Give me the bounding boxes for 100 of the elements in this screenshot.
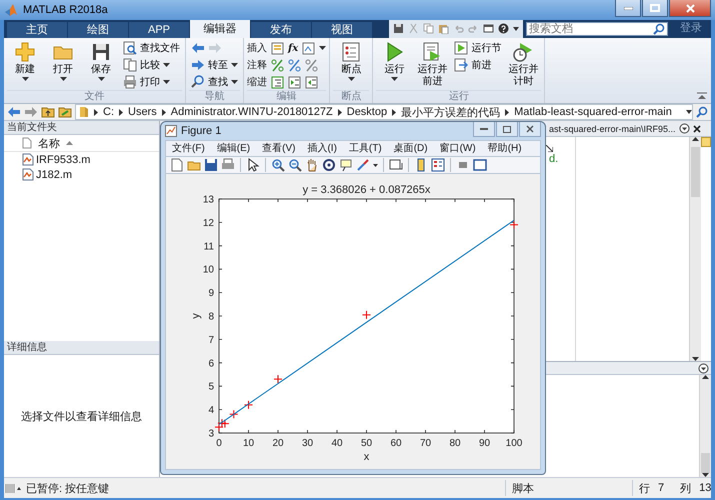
column-header[interactable]: 名称 bbox=[38, 136, 60, 151]
ribbon-button[interactable]: 打开 bbox=[45, 40, 81, 82]
ribbon-button[interactable]: 转至 bbox=[189, 58, 240, 73]
ribbon-tab[interactable]: 绘图 bbox=[68, 22, 128, 38]
caret-icon[interactable] bbox=[231, 80, 238, 84]
insert-section-icon[interactable] bbox=[271, 42, 284, 55]
path-segment[interactable]: C: bbox=[103, 106, 114, 118]
browse-folder-icon[interactable] bbox=[58, 106, 72, 118]
function-symbol[interactable]: fx bbox=[288, 42, 298, 54]
ribbon-tab[interactable]: 发布 bbox=[251, 22, 311, 38]
ribbon-button[interactable]: 运行并计时 bbox=[505, 40, 542, 89]
grip-icon[interactable] bbox=[4, 482, 22, 494]
caret-icon[interactable] bbox=[60, 76, 66, 81]
scrollbar[interactable] bbox=[699, 375, 711, 478]
caret-icon[interactable] bbox=[686, 110, 692, 114]
menu-item[interactable]: 窗口(W) bbox=[440, 141, 476, 156]
close-button[interactable] bbox=[669, 0, 711, 17]
maximize-button[interactable] bbox=[496, 122, 518, 138]
path-segment[interactable]: Matlab-least-squared-error-main bbox=[514, 106, 672, 118]
menu-item[interactable]: 编辑(E) bbox=[216, 141, 250, 156]
rotate-icon[interactable] bbox=[322, 158, 336, 172]
caret-icon[interactable] bbox=[319, 46, 326, 50]
decrease-indent-icon[interactable] bbox=[305, 76, 318, 89]
help-icon[interactable] bbox=[498, 23, 509, 34]
brush-icon[interactable] bbox=[356, 158, 370, 172]
path-segment[interactable]: Administrator.WIN7U-20180127Z bbox=[170, 106, 333, 118]
uncomment-icon[interactable] bbox=[288, 58, 301, 72]
caret-icon[interactable] bbox=[348, 76, 355, 81]
maximize-button[interactable] bbox=[642, 0, 668, 17]
close-button[interactable] bbox=[519, 122, 541, 138]
ribbon-button[interactable]: 运行 bbox=[376, 40, 412, 82]
ribbon-button[interactable]: 前进 bbox=[452, 58, 504, 73]
search-icon[interactable] bbox=[696, 106, 708, 118]
ribbon-tab[interactable]: 视图 bbox=[312, 22, 372, 38]
pointer-icon[interactable] bbox=[246, 158, 260, 172]
scrollbar-thumb[interactable] bbox=[691, 147, 700, 198]
minimize-button[interactable] bbox=[615, 0, 641, 17]
save-icon[interactable] bbox=[393, 23, 404, 34]
dropdown-circle-icon[interactable] bbox=[678, 123, 690, 134]
path-segment[interactable]: Users bbox=[128, 106, 157, 118]
zoom-in-icon[interactable] bbox=[271, 158, 285, 172]
ribbon-button[interactable]: 运行节 bbox=[452, 40, 504, 56]
caret-icon[interactable] bbox=[231, 63, 238, 68]
link-plot-icon[interactable] bbox=[389, 158, 403, 172]
clipboard-icon[interactable] bbox=[438, 23, 449, 34]
back-arrow-icon[interactable] bbox=[7, 106, 21, 118]
menu-item[interactable]: 帮助(H) bbox=[488, 141, 522, 156]
ribbon-button[interactable]: 打印 bbox=[121, 74, 182, 90]
ribbon-button[interactable]: 查找 bbox=[189, 74, 240, 90]
editor-tab-title[interactable]: ast-squared-error-main\IRF95... bbox=[549, 124, 676, 134]
scrollbar-thumb[interactable] bbox=[701, 453, 710, 474]
ribbon-button[interactable]: 保存 bbox=[83, 40, 119, 82]
zoom-out-icon[interactable] bbox=[288, 158, 302, 172]
caret-icon[interactable] bbox=[163, 63, 170, 68]
menu-item[interactable]: 文件(F) bbox=[172, 141, 205, 156]
folder-up-icon[interactable] bbox=[41, 106, 55, 118]
increase-indent-icon[interactable] bbox=[288, 76, 301, 89]
caret-icon[interactable] bbox=[390, 76, 398, 81]
save-icon[interactable] bbox=[204, 158, 218, 172]
dock-arrow-icon[interactable] bbox=[546, 144, 553, 152]
ribbon-label[interactable]: 插入 bbox=[247, 41, 267, 56]
ribbon-button[interactable]: 比较 bbox=[121, 58, 182, 73]
comment-icon[interactable] bbox=[271, 58, 284, 72]
dropdown-circle-icon[interactable] bbox=[698, 362, 709, 374]
ribbon-button[interactable]: 新建 bbox=[7, 40, 43, 82]
back-arrow-icon[interactable] bbox=[191, 42, 205, 54]
close-icon[interactable] bbox=[692, 124, 701, 133]
menu-item[interactable]: 工具(T) bbox=[348, 141, 382, 156]
data-cursor-icon[interactable] bbox=[339, 158, 353, 172]
login-link[interactable]: 登录 bbox=[680, 20, 702, 36]
ribbon-tab[interactable]: 主页 bbox=[7, 22, 67, 38]
smart-indent-icon[interactable] bbox=[271, 76, 284, 89]
menu-item[interactable]: 桌面(D) bbox=[394, 141, 428, 156]
collapse-ribbon-icon[interactable] bbox=[697, 92, 707, 100]
ribbon-button[interactable]: 断点 bbox=[333, 40, 370, 82]
path-segment[interactable]: 最小平方误差的代码 bbox=[401, 104, 500, 120]
menu-item[interactable]: 插入(I) bbox=[307, 141, 337, 156]
file-name[interactable]: IRF9533.m bbox=[36, 154, 90, 166]
ribbon-button[interactable]: 查找文件 bbox=[121, 40, 182, 56]
window-icon[interactable] bbox=[483, 23, 494, 34]
new-figure-icon[interactable] bbox=[170, 158, 184, 172]
ribbon-label[interactable]: 注释 bbox=[247, 58, 267, 72]
scrollbar[interactable] bbox=[689, 137, 701, 362]
minimize-button[interactable] bbox=[473, 122, 495, 138]
caret-icon[interactable] bbox=[163, 80, 170, 84]
wrap-comments-icon[interactable] bbox=[305, 58, 318, 72]
caret-icon[interactable] bbox=[98, 76, 104, 81]
ribbon-tab[interactable]: 编辑器 bbox=[190, 20, 250, 38]
insert-table-icon[interactable] bbox=[302, 42, 316, 55]
ribbon-label[interactable]: 缩进 bbox=[247, 75, 267, 90]
path-segment[interactable]: Desktop bbox=[346, 106, 388, 118]
caret-icon[interactable] bbox=[22, 76, 28, 81]
hand-icon[interactable] bbox=[305, 158, 319, 172]
ribbon-button[interactable]: 运行并前进 bbox=[414, 40, 450, 89]
caret-icon[interactable] bbox=[513, 26, 519, 31]
legend-icon[interactable] bbox=[431, 158, 445, 172]
ribbon-tab[interactable]: APP bbox=[129, 22, 189, 38]
menu-item[interactable]: 查看(V) bbox=[262, 141, 296, 156]
caret-icon[interactable] bbox=[373, 164, 378, 167]
show-tools-icon[interactable] bbox=[473, 158, 487, 172]
